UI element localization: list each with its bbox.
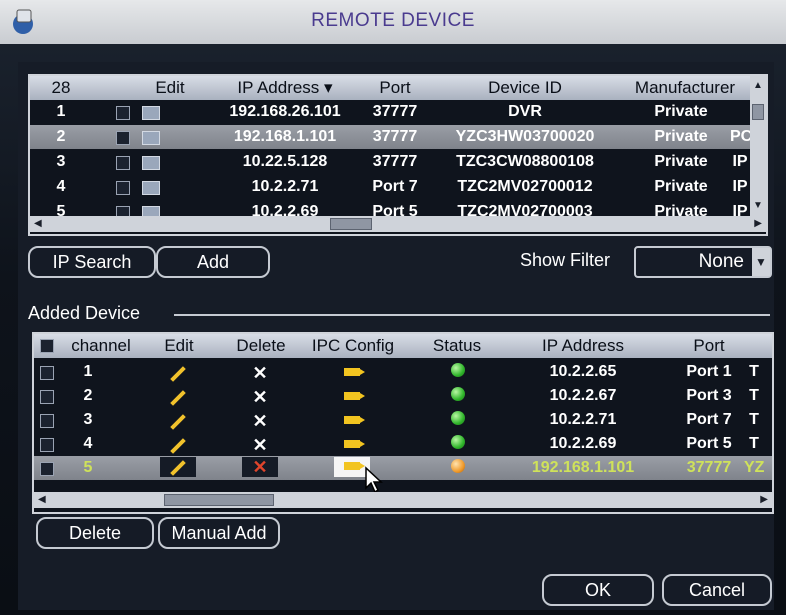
table-row-selected[interactable]: 2 192.168.1.101 37777 YZC3HW03700020 Pri… (30, 125, 766, 149)
port-header: Port (693, 336, 725, 355)
edit-pencil-icon[interactable] (160, 457, 196, 477)
filter-dropdown[interactable]: None ▼ (634, 246, 772, 278)
delete-x-icon[interactable]: ✕ (248, 435, 272, 456)
ipc-config-camera-icon[interactable] (340, 411, 365, 429)
edit-pencil-icon[interactable] (166, 411, 190, 430)
scroll-up-icon[interactable]: ▲ (753, 80, 763, 91)
scroll-thumb[interactable] (752, 104, 764, 120)
device-icon (142, 153, 160, 175)
ipc-config-camera-icon[interactable] (340, 363, 365, 381)
device-icon (142, 203, 160, 216)
status-online-icon (448, 363, 468, 382)
table-row[interactable]: 3 10.22.5.128 37777 TZC3CW08800108 Priva… (30, 150, 766, 174)
ip-search-button[interactable]: IP Search (28, 246, 156, 278)
status-online-icon (448, 387, 468, 406)
delete-x-icon[interactable]: ✕ (248, 411, 272, 432)
scroll-left-icon[interactable]: ◀ (38, 494, 46, 505)
table-row[interactable]: 5 10.2.2.69 Port 5 TZC2MV02700003 Privat… (30, 200, 766, 216)
horizontal-scrollbar[interactable]: ◀ ▶ (34, 492, 772, 508)
show-filter-label: Show Filter (520, 250, 611, 270)
table-row[interactable]: 2 ✕ 10.2.2.67 Port 3 T (34, 384, 772, 408)
scroll-down-icon[interactable]: ▼ (753, 200, 763, 211)
filter-value: None (698, 251, 744, 272)
delete-x-icon[interactable]: ✕ (248, 363, 272, 384)
row-checkbox[interactable] (116, 156, 130, 170)
row-checkbox[interactable] (116, 206, 130, 216)
status-warning-icon (448, 459, 468, 478)
scroll-right-icon[interactable]: ▶ (754, 218, 762, 229)
table-row[interactable]: 4 ✕ 10.2.2.69 Port 5 T (34, 432, 772, 456)
main-panel: 28 Edit IP Address ▾ Port Device ID Manu… (18, 62, 774, 610)
search-results-table: 28 Edit IP Address ▾ Port Device ID Manu… (28, 74, 768, 236)
ipc-config-camera-icon[interactable] (340, 435, 365, 453)
row-checkbox[interactable] (40, 438, 54, 452)
title-bar: REMOTE DEVICE (0, 0, 786, 44)
edit-pencil-icon[interactable] (166, 363, 190, 382)
row-checkbox[interactable] (116, 131, 130, 145)
row-checkbox[interactable] (116, 181, 130, 195)
row-checkbox[interactable] (40, 414, 54, 428)
edit-header: Edit (164, 336, 194, 355)
device-icon (142, 128, 160, 150)
mouse-cursor-icon (365, 466, 383, 494)
port-header: Port (379, 78, 411, 97)
status-header: Status (432, 336, 482, 355)
vertical-scrollbar[interactable]: ▲ ▼ (750, 76, 766, 216)
table-row[interactable]: 1 192.168.26.101 37777 DVR Private (30, 100, 766, 124)
window-title: REMOTE DEVICE (311, 10, 475, 31)
channel-header: channel (71, 336, 131, 355)
scroll-thumb[interactable] (164, 494, 274, 506)
device-icon (142, 178, 160, 200)
scroll-left-icon[interactable]: ◀ (34, 218, 42, 229)
delete-header: Delete (236, 336, 286, 355)
chevron-down-icon: ▼ (752, 248, 770, 276)
status-online-icon (448, 411, 468, 430)
device-id-header: Device ID (488, 78, 562, 97)
edit-pencil-icon[interactable] (166, 435, 190, 454)
ipc-config-header: IPC Config (311, 336, 395, 355)
delete-button[interactable]: Delete (36, 517, 154, 549)
added-device-table: channel Edit Delete IPC Config Status IP… (32, 332, 774, 514)
row-checkbox[interactable] (40, 462, 54, 476)
status-online-icon (448, 435, 468, 454)
edit-header: Edit (155, 78, 185, 97)
horizontal-scrollbar[interactable]: ◀ ▶ (30, 216, 766, 232)
remote-device-window: REMOTE DEVICE 28 Edit IP Address ▾ Port … (0, 0, 786, 615)
row-checkbox[interactable] (40, 366, 54, 380)
manual-add-button[interactable]: Manual Add (158, 517, 280, 549)
row-checkbox[interactable] (40, 390, 54, 404)
delete-x-icon[interactable]: ✕ (248, 387, 272, 408)
select-all-checkbox[interactable] (40, 339, 54, 353)
device-icon (142, 103, 160, 125)
ok-button[interactable]: OK (542, 574, 654, 606)
search-table-header: 28 Edit IP Address ▾ Port Device ID Manu… (30, 76, 766, 100)
table-row[interactable]: 3 ✕ 10.2.2.71 Port 7 T (34, 408, 772, 432)
cancel-button[interactable]: Cancel (662, 574, 772, 606)
added-device-title: Added Device (28, 303, 141, 323)
manufacturer-header: Manufacturer (634, 78, 736, 97)
ip-address-header[interactable]: IP Address ▾ (210, 78, 360, 98)
row-checkbox[interactable] (116, 106, 130, 120)
add-button[interactable]: Add (156, 246, 270, 278)
ip-address-header: IP Address (542, 336, 624, 355)
count-label: 28 (51, 78, 71, 97)
edit-pencil-icon[interactable] (166, 387, 190, 406)
sort-down-icon: ▾ (319, 78, 333, 97)
table-row-selected[interactable]: 5 ✕ 192.168.1.101 37777 YZ (34, 456, 772, 480)
section-divider (174, 314, 770, 316)
ipc-config-camera-icon[interactable] (340, 387, 365, 405)
added-table-header: channel Edit Delete IPC Config Status IP… (34, 334, 772, 358)
scroll-right-icon[interactable]: ▶ (760, 494, 768, 505)
table-row[interactable]: 4 10.2.2.71 Port 7 TZC2MV02700012 Privat… (30, 175, 766, 199)
delete-x-icon[interactable]: ✕ (242, 457, 278, 477)
scroll-thumb[interactable] (330, 218, 372, 230)
table-row[interactable]: 1 ✕ 10.2.2.65 Port 1 T (34, 360, 772, 384)
